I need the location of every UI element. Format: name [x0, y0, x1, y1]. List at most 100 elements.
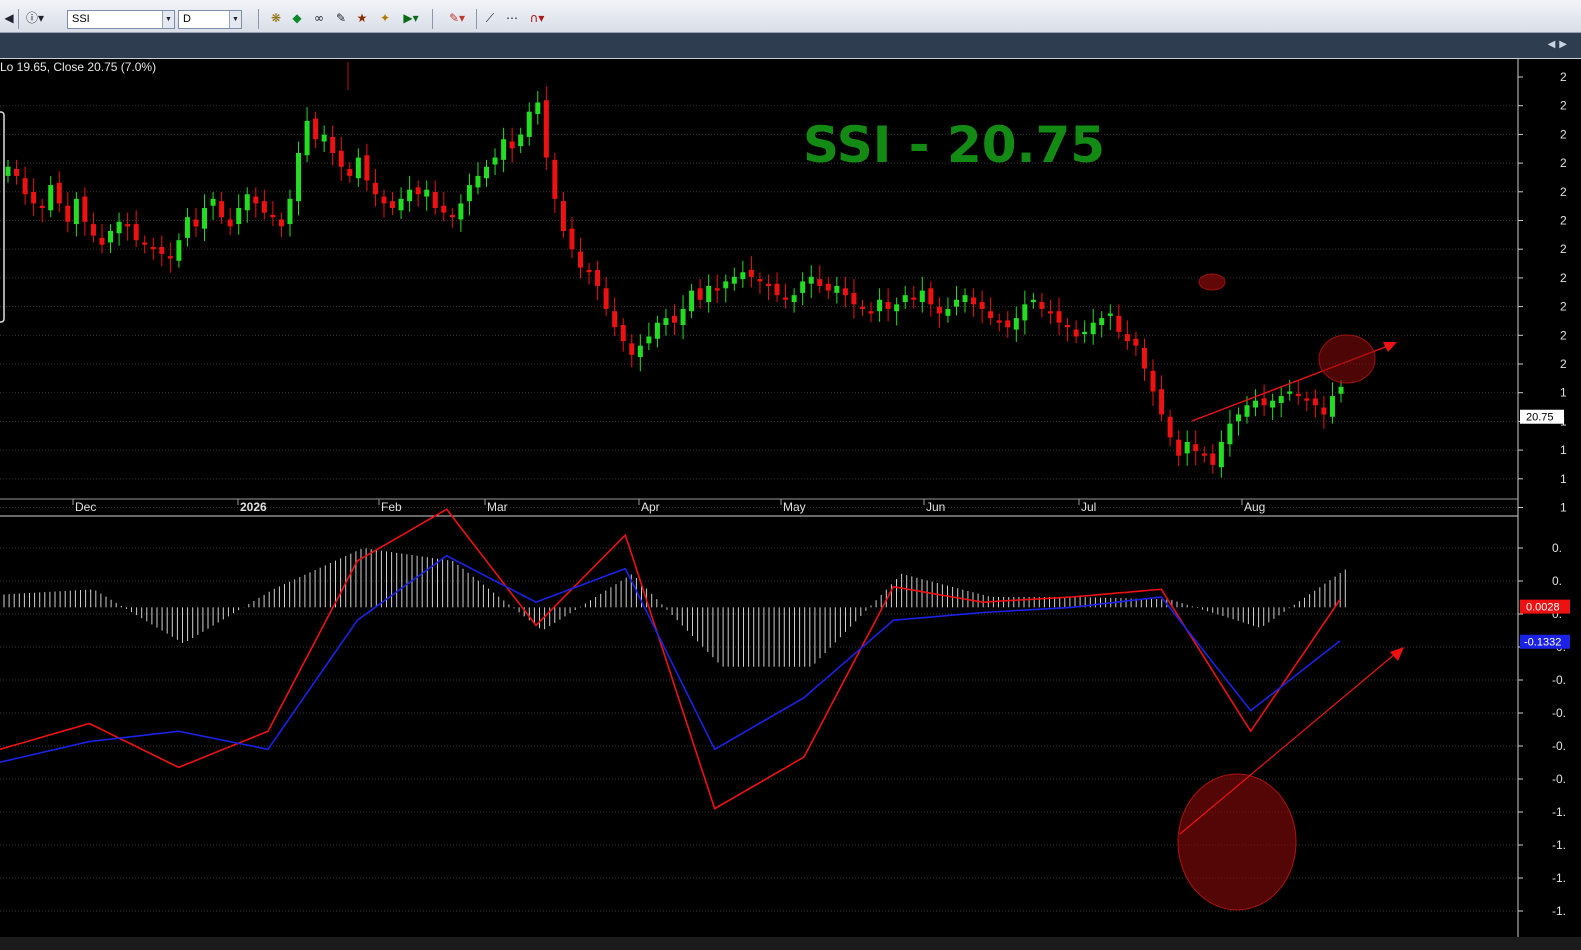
candle-body — [646, 336, 652, 344]
candle-body — [543, 100, 549, 158]
candle-body — [509, 141, 515, 149]
candle-body — [988, 311, 994, 319]
candle-body — [979, 302, 985, 309]
candle-body — [1261, 398, 1267, 406]
candle-body — [518, 134, 524, 147]
candle-body — [791, 295, 797, 303]
candle-body — [65, 205, 71, 222]
time-axis-label: Mar — [487, 500, 508, 514]
candle-body — [526, 111, 532, 137]
candle-body — [244, 194, 250, 211]
price-axis-label: 1 — [1560, 443, 1567, 457]
candle-body — [962, 295, 968, 303]
candle-body — [1235, 414, 1241, 422]
candle-body — [1218, 441, 1224, 468]
candle-body — [90, 224, 96, 236]
candle-body — [800, 281, 806, 293]
candle-body — [1090, 322, 1096, 335]
time-axis-label: Jun — [926, 500, 945, 514]
candle-body — [296, 152, 302, 202]
candle-body — [236, 208, 242, 225]
candle-body — [1176, 439, 1182, 456]
candle-body — [304, 120, 310, 156]
time-axis-label: Dec — [75, 500, 96, 514]
candle-body — [253, 196, 259, 204]
candle-body — [1141, 347, 1147, 369]
candle-body — [56, 182, 62, 204]
candle-body — [1193, 444, 1199, 452]
candle-body — [1287, 391, 1293, 394]
candle-body — [535, 102, 541, 114]
candle-body — [14, 169, 20, 176]
price-axis-label: 2 — [1560, 99, 1567, 113]
candle-body — [680, 308, 686, 325]
candle-body — [347, 169, 353, 176]
candle-body — [1312, 398, 1318, 406]
macd-axis-label: -1. — [1552, 805, 1566, 819]
candle-body — [723, 281, 729, 289]
candle-body — [1270, 400, 1276, 408]
macd-axis-label: -1. — [1552, 871, 1566, 885]
macd-trend-arrowhead — [1390, 647, 1404, 661]
time-axis-label: May — [783, 500, 806, 514]
time-axis-label: Jul — [1081, 500, 1096, 514]
candle-body — [1321, 407, 1327, 415]
candle-body — [484, 166, 490, 179]
candle-body — [364, 155, 370, 181]
price-axis-label: 2 — [1560, 357, 1567, 371]
time-axis-label: Aug — [1244, 500, 1265, 514]
candle-body — [740, 272, 746, 280]
candle-body — [612, 311, 618, 328]
candle-body — [1295, 393, 1301, 397]
candle-body — [82, 196, 88, 222]
candle-body — [885, 302, 891, 309]
candle-body — [1030, 299, 1036, 303]
candle-body — [1210, 453, 1216, 465]
candle-body — [1253, 400, 1259, 408]
macd-axis-label: -1. — [1552, 838, 1566, 852]
candle-body — [757, 279, 763, 282]
candle-body — [552, 159, 558, 199]
price-axis-label: 2 — [1560, 127, 1567, 141]
highlight-circle — [1318, 334, 1376, 384]
candle-body — [672, 315, 677, 323]
candle-body — [1184, 441, 1190, 454]
candle-body — [193, 219, 199, 227]
candle-body — [928, 288, 934, 305]
candle-body — [1304, 398, 1310, 401]
candle-body — [714, 288, 720, 291]
candle-body — [877, 299, 883, 312]
candle-body — [765, 283, 771, 286]
symbol-price-annotation: SSI - 20.75 — [803, 116, 1105, 174]
candle-body — [372, 182, 378, 195]
candle-body — [911, 297, 917, 300]
sheet-tabs-bar[interactable] — [0, 937, 1581, 950]
price-axis-label: 2 — [1560, 242, 1567, 256]
candle-body — [184, 217, 190, 238]
candle-body — [560, 201, 566, 231]
candle-body — [706, 286, 712, 303]
time-axis-label: 2026 — [240, 500, 267, 514]
candle-body — [398, 198, 404, 211]
candle-body — [492, 157, 498, 165]
candle-body — [748, 269, 754, 277]
candle-body — [595, 269, 601, 286]
candle-body — [1073, 329, 1079, 337]
chart-canvas[interactable]: 2222222222211111Dec2026FebMarAprMayJunJu… — [0, 0, 1581, 950]
candle-body — [432, 191, 438, 209]
candle-body — [1338, 386, 1344, 394]
candle-body — [321, 134, 327, 142]
candle-body — [1133, 338, 1139, 346]
candle-body — [971, 297, 977, 305]
candle-body — [654, 322, 660, 339]
candle-body — [1099, 318, 1105, 325]
candle-body — [620, 324, 626, 342]
candle-body — [227, 219, 233, 227]
candle-body — [919, 290, 925, 303]
candle-body — [5, 166, 11, 176]
candle-body — [407, 189, 413, 202]
candle-body — [270, 214, 276, 218]
candle-body — [894, 304, 900, 312]
macd-axis-label: -0. — [1552, 673, 1566, 687]
candle-body — [868, 311, 874, 314]
